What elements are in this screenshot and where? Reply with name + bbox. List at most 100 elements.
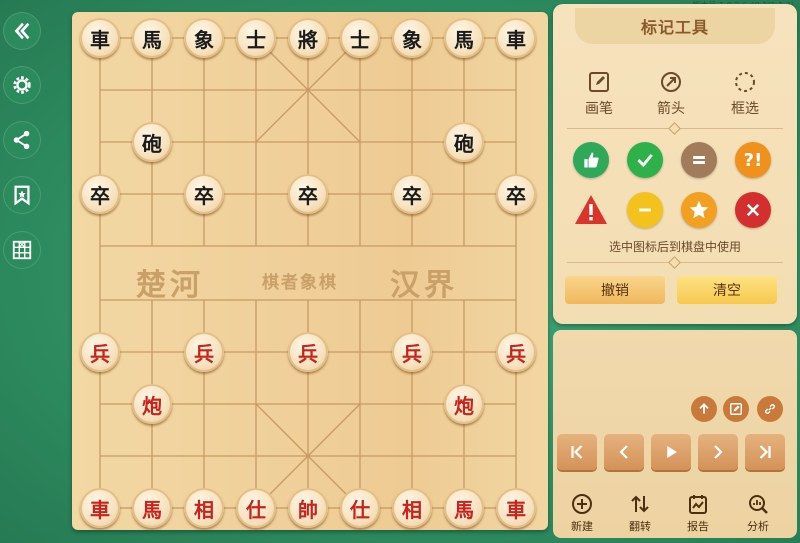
red-piece[interactable]: 兵 bbox=[80, 332, 120, 372]
red-piece[interactable]: 炮 bbox=[132, 384, 172, 424]
bookmark-button[interactable] bbox=[3, 176, 41, 214]
move-panel: 新建 翻转 报告 分析 bbox=[553, 330, 797, 538]
pen-tool[interactable]: 画笔 bbox=[569, 70, 629, 118]
red-piece[interactable]: 兵 bbox=[184, 332, 224, 372]
settings-button[interactable] bbox=[3, 66, 41, 104]
minus-mark[interactable] bbox=[627, 192, 663, 228]
share-icon bbox=[13, 130, 30, 150]
prev-move-icon bbox=[619, 445, 628, 459]
new-icon bbox=[572, 494, 592, 514]
equal-mark[interactable] bbox=[681, 142, 717, 178]
mark-hint: 选中图标后到棋盘中使用 bbox=[608, 240, 741, 254]
arrow-up-icon bbox=[699, 403, 709, 414]
red-piece[interactable]: 炮 bbox=[444, 384, 484, 424]
black-piece[interactable]: 車 bbox=[496, 18, 536, 58]
warning-icon bbox=[575, 195, 607, 224]
red-piece[interactable]: 仕 bbox=[340, 488, 380, 528]
check-icon bbox=[637, 154, 653, 168]
last-move-icon bbox=[759, 445, 771, 459]
undo-button[interactable]: 撤销 bbox=[565, 276, 665, 304]
red-piece[interactable]: 兵 bbox=[496, 332, 536, 372]
back-button[interactable] bbox=[3, 12, 41, 50]
black-piece[interactable]: 砲 bbox=[132, 122, 172, 162]
star-icon bbox=[689, 200, 709, 219]
next-move-icon bbox=[714, 445, 723, 459]
analyze-label: 分析 bbox=[747, 520, 769, 533]
red-piece[interactable]: 車 bbox=[496, 488, 536, 528]
star-mark[interactable] bbox=[681, 192, 717, 228]
check-mark[interactable] bbox=[627, 142, 663, 178]
chess-board[interactable]: 楚河 棋者象棋 汉界 車馬象士將士象馬車砲砲卒卒卒卒卒兵兵兵兵兵炮炮車馬相仕帥仕… bbox=[72, 12, 548, 530]
next-move-button[interactable] bbox=[698, 434, 738, 470]
black-piece[interactable]: 卒 bbox=[496, 174, 536, 214]
arrow-tool-label: 箭头 bbox=[657, 101, 685, 117]
link-icon bbox=[765, 404, 775, 414]
edit-button[interactable] bbox=[723, 396, 749, 422]
red-piece[interactable]: 仕 bbox=[236, 488, 276, 528]
flip-icon bbox=[631, 495, 649, 513]
new-game-button[interactable]: 新建 bbox=[557, 492, 607, 534]
report-button[interactable]: 报告 bbox=[673, 492, 723, 534]
red-piece[interactable]: 車 bbox=[80, 488, 120, 528]
scroll-up-button[interactable] bbox=[691, 396, 717, 422]
analyze-icon bbox=[749, 495, 768, 514]
black-piece[interactable]: 象 bbox=[392, 18, 432, 58]
black-piece[interactable]: 士 bbox=[340, 18, 380, 58]
black-piece[interactable]: 車 bbox=[80, 18, 120, 58]
black-piece[interactable]: 士 bbox=[236, 18, 276, 58]
interrobang-icon: ?! bbox=[743, 149, 763, 171]
red-piece[interactable]: 兵 bbox=[288, 332, 328, 372]
prev-move-button[interactable] bbox=[604, 434, 644, 470]
left-sidebar bbox=[0, 0, 44, 543]
x-mark[interactable] bbox=[735, 192, 771, 228]
select-tool-label: 框选 bbox=[731, 101, 759, 117]
first-move-button[interactable] bbox=[557, 434, 597, 470]
board-button[interactable] bbox=[3, 231, 41, 269]
black-piece[interactable]: 卒 bbox=[184, 174, 224, 214]
red-piece[interactable]: 帥 bbox=[288, 488, 328, 528]
minus-icon bbox=[639, 208, 651, 212]
link-button[interactable] bbox=[757, 396, 783, 422]
report-icon bbox=[689, 495, 707, 514]
river-center-text: 棋者象棋 bbox=[262, 273, 338, 293]
black-piece[interactable]: 將 bbox=[288, 18, 328, 58]
divider bbox=[567, 122, 783, 135]
clear-button[interactable]: 清空 bbox=[677, 276, 777, 304]
first-move-icon bbox=[571, 445, 583, 459]
thumbs-up-mark[interactable] bbox=[573, 142, 609, 178]
interrobang-mark[interactable]: ?! bbox=[735, 142, 771, 178]
black-piece[interactable]: 馬 bbox=[132, 18, 172, 58]
red-piece[interactable]: 馬 bbox=[444, 488, 484, 528]
edit-icon bbox=[730, 403, 742, 415]
back-icon bbox=[14, 22, 30, 40]
share-button[interactable] bbox=[3, 121, 41, 159]
warning-mark[interactable] bbox=[573, 192, 609, 228]
play-button[interactable] bbox=[651, 434, 691, 470]
play-icon bbox=[667, 446, 677, 458]
board-icon bbox=[12, 240, 32, 260]
flip-board-button[interactable]: 翻转 bbox=[615, 492, 665, 534]
river-right-text: 汉界 bbox=[390, 268, 458, 303]
report-label: 报告 bbox=[687, 520, 709, 533]
arrow-tool[interactable]: 箭头 bbox=[641, 70, 701, 118]
last-move-button[interactable] bbox=[745, 434, 785, 470]
black-piece[interactable]: 卒 bbox=[392, 174, 432, 214]
black-piece[interactable]: 象 bbox=[184, 18, 224, 58]
red-piece[interactable]: 相 bbox=[184, 488, 224, 528]
flip-board-label: 翻转 bbox=[629, 520, 651, 533]
tool-panel-title: 标记工具 bbox=[575, 8, 775, 44]
select-tool[interactable]: 框选 bbox=[715, 70, 775, 118]
bookmark-icon bbox=[14, 185, 30, 206]
thumbs-up-icon bbox=[584, 152, 599, 168]
red-piece[interactable]: 相 bbox=[392, 488, 432, 528]
red-piece[interactable]: 馬 bbox=[132, 488, 172, 528]
black-piece[interactable]: 砲 bbox=[444, 122, 484, 162]
river-left-text: 楚河 bbox=[136, 268, 204, 303]
analyze-button[interactable]: 分析 bbox=[733, 492, 783, 534]
mark-tool-panel: 标记工具 画笔 箭头 框选 ?! 选中图标后到棋盘中使用 撤销 清空 bbox=[553, 4, 797, 324]
black-piece[interactable]: 馬 bbox=[444, 18, 484, 58]
black-piece[interactable]: 卒 bbox=[80, 174, 120, 214]
arrow-icon bbox=[661, 72, 681, 92]
red-piece[interactable]: 兵 bbox=[392, 332, 432, 372]
black-piece[interactable]: 卒 bbox=[288, 174, 328, 214]
